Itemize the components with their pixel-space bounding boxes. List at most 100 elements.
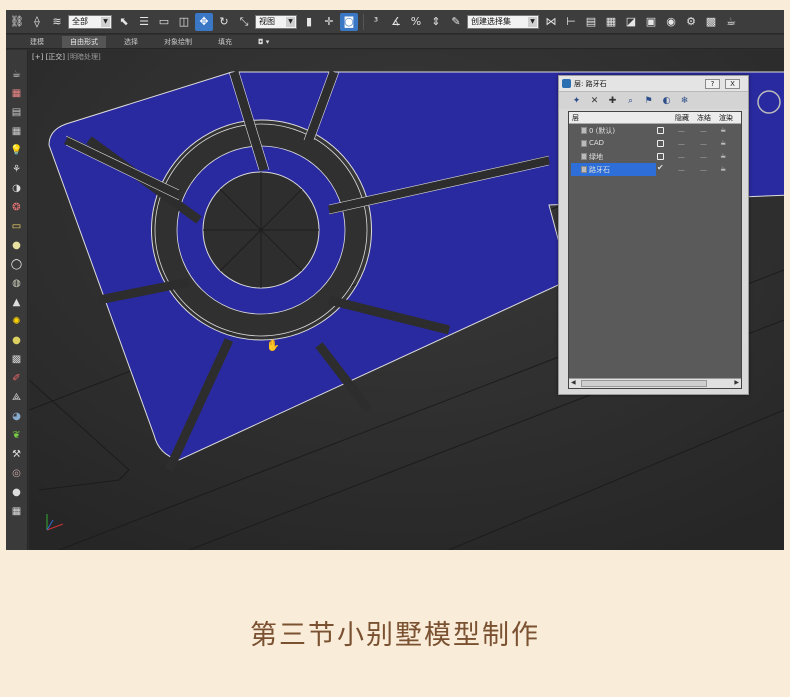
percent-snap-icon[interactable]: % [407, 13, 425, 31]
current-layer-check-icon[interactable]: ✔ [657, 163, 664, 172]
viewport-label[interactable]: [+] [正交] [明暗处理] [32, 52, 101, 62]
schematic-view-icon[interactable]: ▣ [642, 13, 660, 31]
rectangular-selection-icon[interactable]: ▭ [155, 13, 173, 31]
column-layer[interactable]: 层 [572, 113, 579, 123]
plant-icon[interactable]: ❦ [10, 429, 24, 443]
cone-icon[interactable]: ▲ [10, 296, 24, 310]
edit-named-selection-icon[interactable]: ✎ [447, 13, 465, 31]
unlink-icon[interactable]: ⟠ [28, 13, 46, 31]
paint-icon[interactable]: ✐ [10, 372, 24, 386]
freeze-toggle[interactable]: — [678, 166, 685, 174]
select-by-name-icon[interactable]: ☰ [135, 13, 153, 31]
checker-icon[interactable]: ▩ [10, 353, 24, 367]
close-button[interactable]: X [725, 79, 740, 89]
bones-icon[interactable]: ⚒ [10, 448, 24, 462]
scale-icon[interactable]: ⤡ [235, 13, 253, 31]
hide-toggle[interactable] [657, 140, 664, 147]
snap-3d-icon[interactable]: ³ [367, 13, 385, 31]
hide-toggle[interactable] [657, 127, 664, 134]
layer-name[interactable]: 0 (默认) [589, 126, 615, 136]
render-teapot-icon[interactable]: ☕ [720, 139, 726, 147]
move-icon[interactable]: ✥ [195, 12, 213, 31]
delete-layer-icon[interactable]: ✕ [589, 95, 600, 106]
rotate-icon[interactable]: ↻ [215, 13, 233, 31]
gizmo-icon[interactable]: ⟁ [10, 391, 24, 405]
layer-row[interactable]: CAD — — ☕ [569, 137, 741, 150]
box-icon[interactable]: ▭ [10, 220, 24, 234]
window-crossing-icon[interactable]: ◫ [175, 13, 193, 31]
freeze-toggle[interactable]: — [678, 127, 685, 135]
ribbon-options-toggle[interactable]: ◘ ▾ [250, 36, 277, 48]
hide-toggle[interactable] [657, 153, 664, 160]
angle-snap-icon[interactable]: ∡ [387, 13, 405, 31]
display-icon[interactable]: ❂ [10, 201, 24, 215]
viewport-menu-label[interactable]: [+] [32, 53, 43, 61]
freeze-all-icon[interactable]: ❄ [679, 95, 690, 106]
render-setup-icon[interactable]: ⚙ [682, 13, 700, 31]
dialog-titlebar[interactable]: 层: 路牙石 ? X [559, 76, 748, 92]
tab-selection[interactable]: 选择 [116, 36, 146, 48]
selection-filter-dropdown[interactable]: 全部 ▼ [68, 14, 112, 29]
layer-row[interactable]: 绿地 — — ☕ [569, 150, 741, 163]
teapot-icon[interactable]: ☕ [10, 68, 24, 82]
layer-name[interactable]: 路牙石 [589, 165, 610, 175]
render-icon[interactable]: ☕ [722, 13, 740, 31]
motion-icon[interactable]: ◑ [10, 182, 24, 196]
layer-name[interactable]: 绿地 [589, 152, 603, 162]
tab-object-paint[interactable]: 对象绘制 [156, 36, 200, 48]
align-icon[interactable]: ⊢ [562, 13, 580, 31]
render-teapot-icon[interactable]: ☕ [720, 165, 726, 173]
horizontal-scrollbar[interactable]: ◀ ▶ [569, 378, 741, 388]
select-layer-icon[interactable]: ⚑ [643, 95, 654, 106]
material-editor-icon[interactable]: ◉ [662, 13, 680, 31]
ball-texture-icon[interactable]: ◎ [10, 467, 24, 481]
freeze-toggle[interactable]: — [678, 140, 685, 148]
column-freeze[interactable]: 冻结 [697, 113, 711, 123]
curve-editor-icon[interactable]: ◪ [622, 13, 640, 31]
link-icon[interactable]: ⛓ [8, 13, 26, 31]
tab-freeform[interactable]: 自由形式 [62, 35, 106, 48]
spinner-snap-icon[interactable]: ⇕ [427, 13, 445, 31]
select-layer-objects-icon[interactable]: ⌕ [625, 95, 636, 106]
tab-populate[interactable]: 填充 [210, 36, 240, 48]
sphere-icon[interactable]: ● [10, 239, 24, 253]
freeze-toggle[interactable]: — [678, 153, 685, 161]
help-button[interactable]: ? [705, 79, 720, 89]
mirror-icon[interactable]: ⋈ [542, 13, 560, 31]
scroll-right-icon[interactable]: ▶ [734, 379, 739, 386]
viewport-shading-label[interactable]: [明暗处理] [67, 53, 100, 61]
scrollbar-thumb[interactable] [581, 380, 707, 387]
layer-icon[interactable]: ▦ [10, 87, 24, 101]
select-manipulate-icon[interactable]: ◙ [340, 12, 358, 31]
move-gizmo-icon[interactable]: ✛ [320, 13, 338, 31]
create-layer-icon[interactable]: ✦ [571, 95, 582, 106]
sun-icon[interactable]: ✺ [10, 315, 24, 329]
add-to-layer-icon[interactable]: ✚ [607, 95, 618, 106]
rendered-frame-icon[interactable]: ▩ [702, 13, 720, 31]
grid-panel-icon[interactable]: ▦ [10, 505, 24, 519]
select-object-icon[interactable]: ⬉ [115, 13, 133, 31]
panel-icon[interactable]: ▤ [10, 106, 24, 120]
bind-space-warp-icon[interactable]: ≋ [48, 13, 66, 31]
ring-icon[interactable]: ◯ [10, 258, 24, 272]
graphite-tools-icon[interactable]: ▦ [602, 13, 620, 31]
layer-name[interactable]: CAD [589, 139, 604, 147]
column-hide[interactable]: 隐藏 [675, 113, 689, 123]
grid-icon[interactable]: ▦ [10, 125, 24, 139]
globe-icon[interactable]: ◕ [10, 410, 24, 424]
light-icon[interactable]: 💡 [10, 144, 24, 158]
pivot-icon[interactable]: ▮ [300, 13, 318, 31]
hierarchy-icon[interactable]: ⚘ [10, 163, 24, 177]
hide-all-icon[interactable]: ◐ [661, 95, 672, 106]
sphere-shaded-icon[interactable]: ● [10, 486, 24, 500]
render-teapot-icon[interactable]: ☕ [720, 152, 726, 160]
ball-icon[interactable]: ● [10, 334, 24, 348]
layer-manager-icon[interactable]: ▤ [582, 13, 600, 31]
column-render[interactable]: 渲染 [719, 113, 733, 123]
layer-row-selected[interactable]: 路牙石 ✔ — — ☕ [569, 163, 741, 176]
tab-modeling[interactable]: 建模 [22, 36, 52, 48]
named-selection-dropdown[interactable]: 创建选择集 ▼ [467, 14, 539, 29]
torus-icon[interactable]: ◍ [10, 277, 24, 291]
scroll-left-icon[interactable]: ◀ [571, 379, 576, 386]
viewport-view-label[interactable]: [正交] [46, 53, 65, 61]
